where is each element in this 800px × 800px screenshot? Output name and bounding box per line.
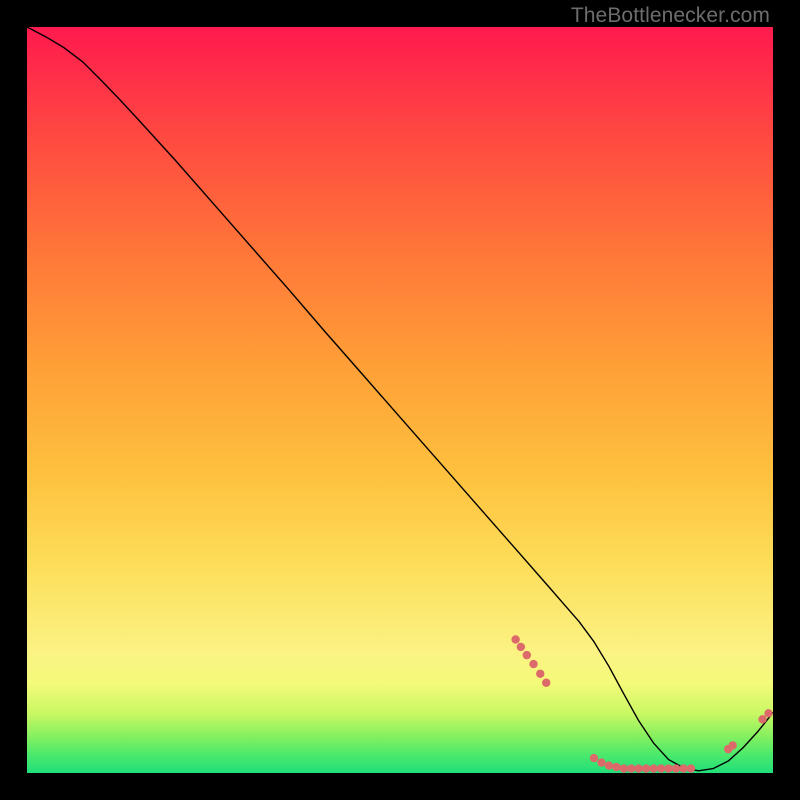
chart-container: TheBottlenecker.com — [0, 0, 800, 800]
marker-dot — [597, 758, 605, 766]
marker-dot — [672, 764, 680, 772]
marker-dot — [605, 761, 613, 769]
marker-dot — [764, 709, 772, 717]
marker-dot — [542, 679, 550, 687]
marker-dot — [627, 764, 635, 772]
marker-dot — [536, 670, 544, 678]
marker-dot — [612, 763, 620, 771]
marker-dot — [511, 635, 519, 643]
bottleneck-chart — [27, 27, 773, 773]
marker-dot — [664, 764, 672, 772]
marker-dot — [517, 643, 525, 651]
gradient-background — [27, 27, 773, 773]
marker-dot — [642, 764, 650, 772]
marker-dot — [529, 660, 537, 668]
marker-dot — [635, 764, 643, 772]
marker-dot — [590, 754, 598, 762]
marker-dot — [679, 764, 687, 772]
watermark-text: TheBottlenecker.com — [571, 4, 770, 28]
marker-dot — [620, 764, 628, 772]
marker-dot — [687, 764, 695, 772]
marker-dot — [758, 715, 766, 723]
marker-dot — [729, 741, 737, 749]
marker-dot — [523, 651, 531, 659]
marker-dot — [649, 764, 657, 772]
marker-dot — [657, 764, 665, 772]
